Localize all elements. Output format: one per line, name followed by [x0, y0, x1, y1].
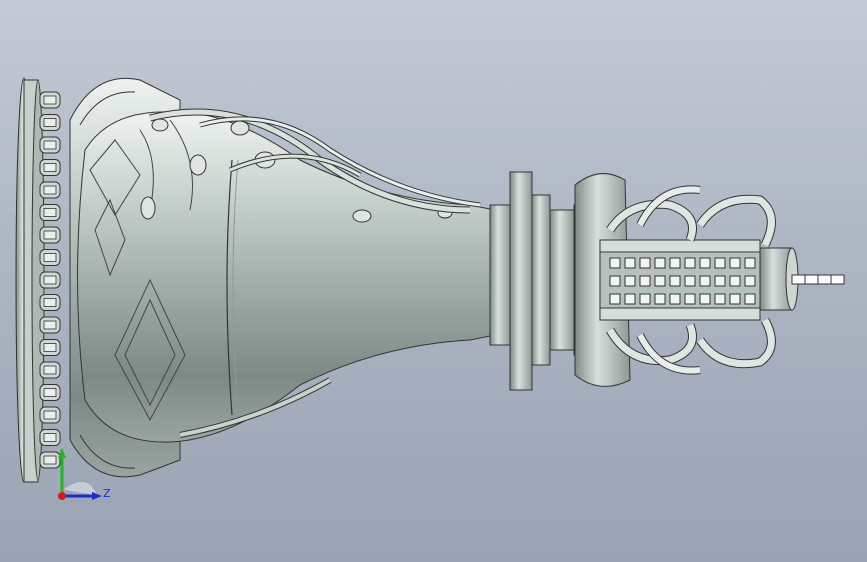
- bead-inner: [43, 230, 57, 240]
- cad-3d-viewport[interactable]: Z: [0, 0, 867, 562]
- cage-slot: [744, 257, 756, 269]
- cage-slot: [729, 257, 741, 269]
- cage-slot: [729, 275, 741, 287]
- crown-tip: [759, 247, 845, 311]
- bead-ring: [39, 91, 61, 469]
- cage-slot: [669, 275, 681, 287]
- cage-slot: [609, 293, 621, 305]
- cage-slot: [699, 257, 711, 269]
- bead-inner: [43, 185, 57, 195]
- bead-inner: [43, 118, 57, 127]
- cage-slot: [684, 257, 696, 269]
- cage-slot: [714, 257, 726, 269]
- cage-slot: [654, 275, 666, 287]
- y-axis-arrowhead-icon: [58, 448, 66, 458]
- cage-slot: [609, 275, 621, 287]
- cage-slot: [669, 293, 681, 305]
- cage-slot: [669, 257, 681, 269]
- cage-slot: [639, 293, 651, 305]
- cage-slot: [699, 293, 711, 305]
- bead-inner: [43, 298, 57, 307]
- bead-inner: [43, 95, 57, 105]
- cage-slot: [624, 275, 636, 287]
- cage-slot: [744, 293, 756, 305]
- cage-slot: [684, 275, 696, 287]
- main-body: [77, 111, 496, 443]
- bead-inner: [43, 410, 57, 420]
- bead-inner: [43, 365, 57, 375]
- cage-slot: [744, 275, 756, 287]
- orientation-triad[interactable]: Z: [48, 440, 118, 510]
- cage-slot: [699, 275, 711, 287]
- bead-inner: [43, 388, 57, 397]
- cage-slot: [714, 293, 726, 305]
- cage-slot: [639, 257, 651, 269]
- bead-inner: [43, 343, 57, 352]
- bead-inner: [43, 320, 57, 330]
- cage-slot: [729, 293, 741, 305]
- bead-inner: [43, 253, 57, 262]
- cage-slot: [624, 257, 636, 269]
- cage-slot: [684, 293, 696, 305]
- cage-slot: [654, 257, 666, 269]
- cage-slot: [654, 293, 666, 305]
- z-axis-label: Z: [103, 487, 111, 500]
- cage-slot: [714, 275, 726, 287]
- bead-inner: [43, 140, 57, 150]
- cage-slot: [609, 257, 621, 269]
- bead-inner: [43, 275, 57, 285]
- cage-slot: [639, 275, 651, 287]
- bead-inner: [43, 208, 57, 217]
- origin-dot-icon: [58, 492, 66, 500]
- cage-slot: [624, 293, 636, 305]
- bead-inner: [43, 163, 57, 172]
- chess-king-model[interactable]: [0, 0, 867, 562]
